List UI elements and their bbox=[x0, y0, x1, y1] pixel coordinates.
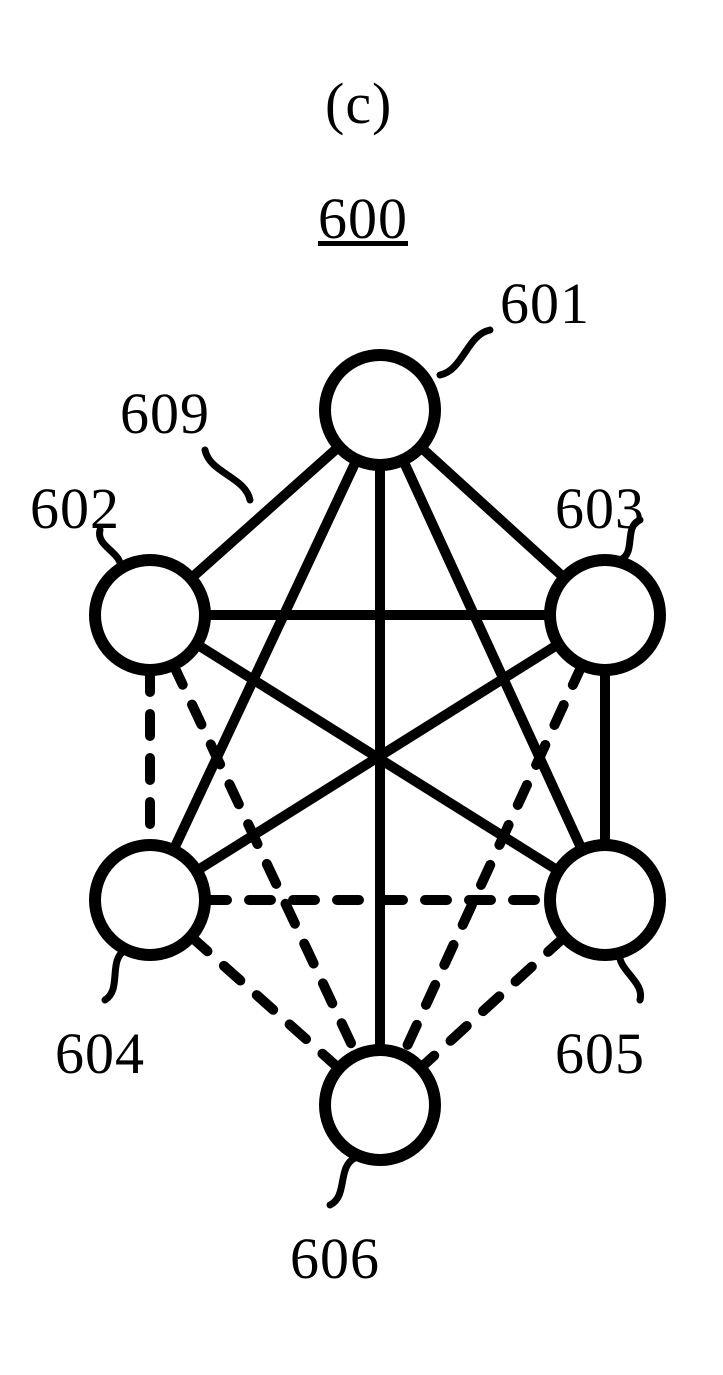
node-label-601: 601 bbox=[500, 270, 590, 337]
graph-edges bbox=[150, 447, 605, 1069]
node-n601 bbox=[325, 355, 435, 465]
node-n605 bbox=[550, 845, 660, 955]
node-label-603: 603 bbox=[555, 475, 645, 542]
node-label-605: 605 bbox=[555, 1020, 645, 1087]
figure-ref-number: 600 bbox=[318, 185, 408, 252]
node-n602 bbox=[95, 560, 205, 670]
edge-n601-n603 bbox=[421, 447, 565, 578]
leader-edge609 bbox=[205, 450, 250, 500]
leader-n604 bbox=[105, 950, 125, 1000]
panel-label: (c) bbox=[325, 70, 392, 137]
edge-label-609: 609 bbox=[120, 380, 210, 447]
leader-n601 bbox=[440, 330, 490, 375]
node-n606 bbox=[325, 1050, 435, 1160]
node-label-606: 606 bbox=[290, 1225, 380, 1292]
node-label-602: 602 bbox=[30, 475, 120, 542]
node-label-604: 604 bbox=[55, 1020, 145, 1087]
node-n603 bbox=[550, 560, 660, 670]
edge-n604-n606 bbox=[191, 937, 339, 1069]
node-n604 bbox=[95, 845, 205, 955]
edge-n605-n606 bbox=[421, 937, 565, 1068]
leader-n606 bbox=[330, 1158, 355, 1205]
